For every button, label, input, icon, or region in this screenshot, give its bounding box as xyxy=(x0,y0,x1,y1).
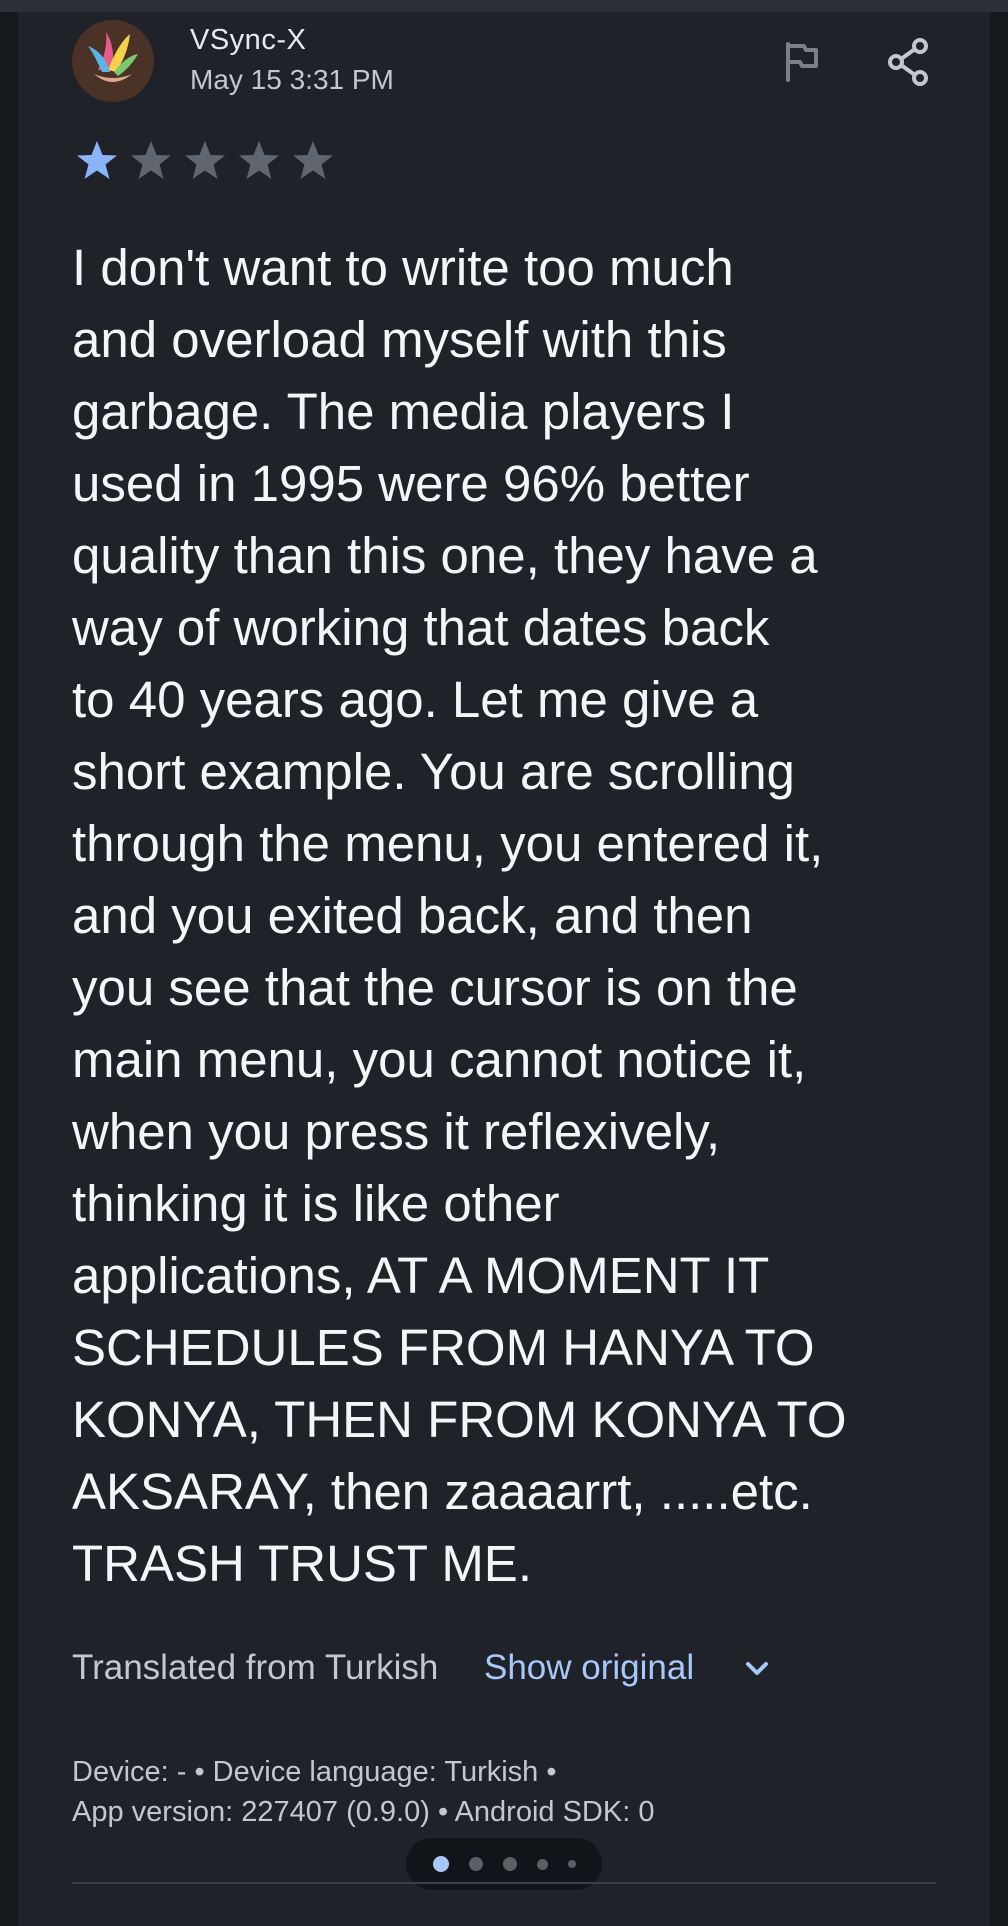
device-info-line-2: App version: 227407 (0.9.0) • Android SD… xyxy=(72,1796,655,1828)
flag-icon xyxy=(786,42,818,82)
device-info-line-1: Device: - • Device language: Turkish • xyxy=(72,1756,557,1788)
chevron-down-icon xyxy=(746,1662,768,1675)
divider xyxy=(72,1882,936,1884)
reviewer-name: VSync-X xyxy=(190,24,307,56)
page-dot[interactable] xyxy=(468,1857,483,1871)
share-icon xyxy=(888,38,928,86)
device-info: Device: - • Device language: Turkish • A… xyxy=(72,1752,932,1832)
page-dot[interactable] xyxy=(432,1856,449,1872)
expand-translation-button[interactable] xyxy=(740,1652,774,1686)
report-button[interactable] xyxy=(772,32,832,92)
star-empty-icon xyxy=(131,141,171,179)
share-button[interactable] xyxy=(878,32,938,92)
page-dot[interactable] xyxy=(536,1858,548,1870)
star-empty-icon xyxy=(239,141,279,179)
star-empty-icon xyxy=(185,141,225,179)
review-text: I don't want to write too much and overl… xyxy=(72,239,847,1592)
page-dot[interactable] xyxy=(567,1860,576,1868)
star-empty-icon xyxy=(293,141,333,179)
star-rating xyxy=(74,138,336,184)
review-date: May 15 3:31 PM xyxy=(190,64,394,95)
status-bar-strip xyxy=(0,0,1008,12)
page-dot[interactable] xyxy=(502,1857,517,1871)
show-original-link[interactable]: Show original xyxy=(484,1648,694,1688)
app-logo-avatar xyxy=(72,20,154,102)
star-filled-icon xyxy=(77,141,117,179)
reviewer-avatar xyxy=(72,20,154,102)
translated-from-label: Translated from Turkish xyxy=(72,1648,439,1687)
